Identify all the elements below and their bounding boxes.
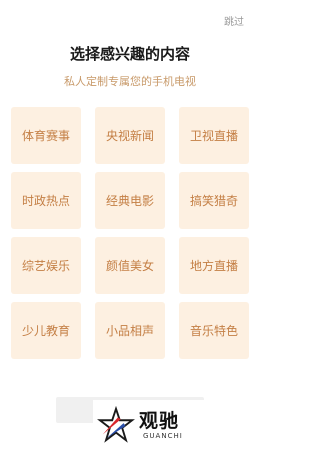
skip-button[interactable]: 跳过 <box>224 13 244 28</box>
interest-tile-label: 综艺娱乐 <box>21 259 70 273</box>
watermark-subtext: GUANCHI <box>143 432 183 440</box>
page-title: 选择感兴趣的内容 <box>69 45 190 63</box>
interest-grid: 体育赛事 央视新闻 卫视直播 时政热点 经典电影 搞笑猎奇 综艺娱乐 颜值美女 … <box>11 107 249 359</box>
interest-tile-label: 小品相声 <box>105 324 154 338</box>
interest-tile-local-live[interactable]: 地方直播 <box>179 237 249 294</box>
watermark-text: 观驰 <box>139 410 180 432</box>
interest-tile-politics-hot[interactable]: 时政热点 <box>11 172 81 229</box>
interest-tile-label: 搞笑猎奇 <box>189 194 238 208</box>
interest-tile-beauty[interactable]: 颜值美女 <box>95 237 165 294</box>
interest-tile-label: 少儿教育 <box>21 324 70 338</box>
watermark-logo: 观驰 GUANCHI <box>93 400 213 448</box>
interest-tile-satellite-live[interactable]: 卫视直播 <box>179 107 249 164</box>
interest-tile-music-featured[interactable]: 音乐特色 <box>179 302 249 359</box>
interest-tile-label: 音乐特色 <box>189 324 238 338</box>
interest-tile-label: 体育赛事 <box>21 129 70 143</box>
interest-tile-sketch-crosstalk[interactable]: 小品相声 <box>95 302 165 359</box>
interest-tile-label: 卫视直播 <box>189 129 238 143</box>
star-logo-icon <box>97 406 135 443</box>
interest-tile-sports[interactable]: 体育赛事 <box>11 107 81 164</box>
interest-tile-label: 时政热点 <box>21 194 70 208</box>
page-subtitle: 私人定制专属您的手机电视 <box>64 75 196 88</box>
interest-tile-label: 颜值美女 <box>105 259 154 273</box>
interest-tile-variety-entertainment[interactable]: 综艺娱乐 <box>11 237 81 294</box>
interest-tile-classic-movies[interactable]: 经典电影 <box>95 172 165 229</box>
interest-tile-kids-education[interactable]: 少儿教育 <box>11 302 81 359</box>
interest-tile-label: 央视新闻 <box>105 129 154 143</box>
interest-tile-cctv-news[interactable]: 央视新闻 <box>95 107 165 164</box>
interest-tile-label: 经典电影 <box>105 194 154 208</box>
interest-tile-funny-curious[interactable]: 搞笑猎奇 <box>179 172 249 229</box>
interest-tile-label: 地方直播 <box>189 259 238 273</box>
